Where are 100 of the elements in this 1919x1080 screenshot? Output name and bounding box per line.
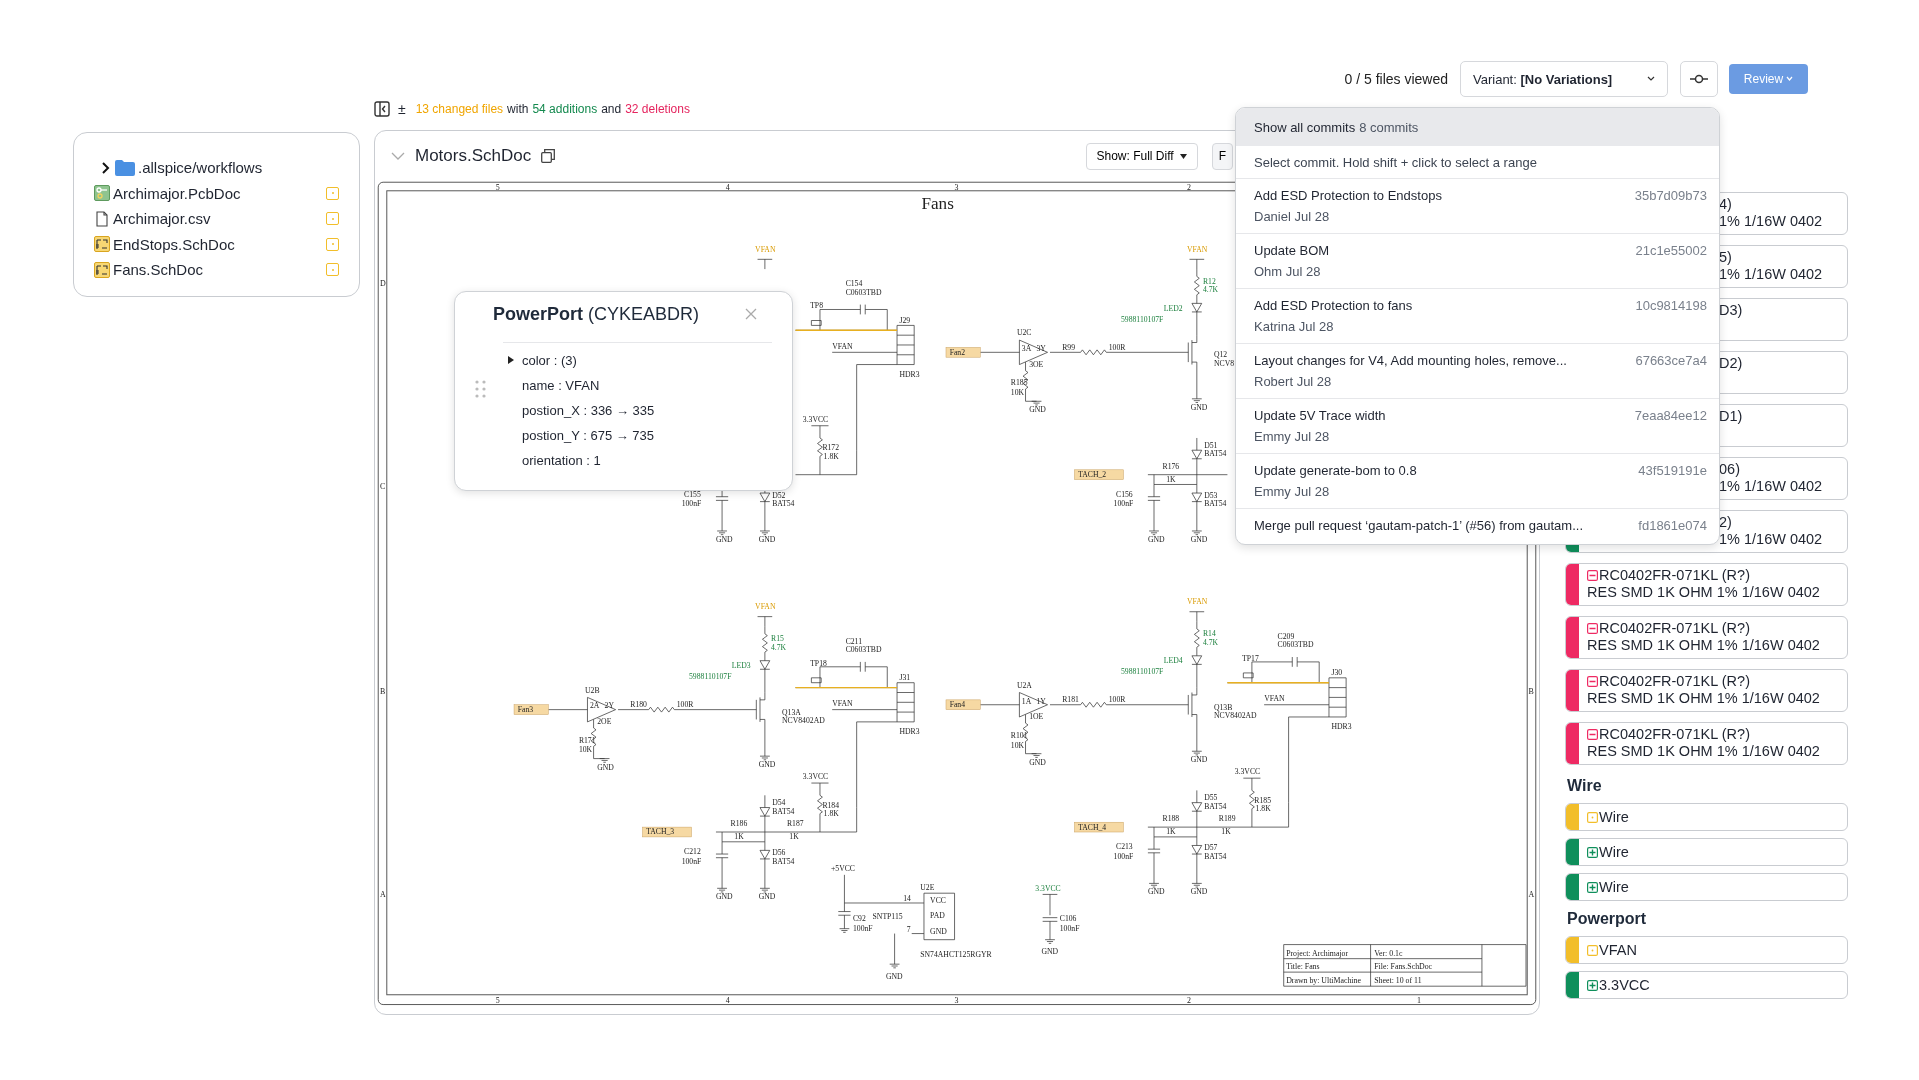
pin-label: 1A bbox=[1021, 696, 1032, 706]
component-label: U2A bbox=[1016, 680, 1032, 690]
component-label: D56 bbox=[772, 848, 786, 858]
component-label: 1.8K bbox=[823, 451, 839, 461]
ground-label: GND bbox=[1041, 947, 1059, 957]
power-label: 3.3VCC bbox=[1234, 767, 1261, 777]
component-label: U2C bbox=[1016, 328, 1032, 338]
net-label: TACH_4 bbox=[1074, 821, 1124, 833]
component-label: C0603TBD bbox=[1277, 640, 1314, 650]
section-heading: Wire bbox=[1567, 776, 1603, 796]
power-label: VFAN bbox=[755, 244, 776, 254]
pin-label: VCC bbox=[930, 896, 946, 905]
component-label: 10K bbox=[1010, 388, 1025, 398]
power-label: VFAN bbox=[832, 698, 853, 708]
component-label: 1K bbox=[1221, 827, 1231, 837]
component-label: NCV8 bbox=[1213, 358, 1235, 368]
ground-label: GND bbox=[1029, 405, 1046, 415]
card-title: VFAN bbox=[1599, 942, 1637, 959]
component-label: R176 bbox=[1162, 461, 1180, 471]
popup-title: PowerPort (CYKEABDR) bbox=[493, 304, 700, 325]
component-label: Q13B bbox=[1213, 702, 1233, 712]
card-title: Wire bbox=[1599, 879, 1629, 896]
power-label: VFAN bbox=[832, 341, 853, 351]
summary-text: with bbox=[507, 102, 529, 116]
ground-label: GND bbox=[597, 762, 614, 772]
component-label: R172 bbox=[822, 443, 840, 453]
card-title: 3.3VCC bbox=[1599, 977, 1650, 994]
component-label: R12 bbox=[1202, 276, 1216, 286]
property-text: postion_X : 336 → 335 bbox=[522, 403, 655, 418]
component-label: TP18 bbox=[810, 658, 827, 668]
power-label: VFAN bbox=[1264, 694, 1285, 704]
pin-label: PAD bbox=[930, 911, 945, 921]
component-label: SN74AHCT125RGYR bbox=[920, 949, 992, 959]
files-viewed-count: 0 / 5 files viewed bbox=[1344, 71, 1448, 87]
component-label: U2E bbox=[920, 882, 935, 892]
component-label: NCV8402AD bbox=[782, 716, 825, 726]
component-label: R185 bbox=[1254, 795, 1271, 805]
component-label: 10K bbox=[1010, 740, 1025, 750]
component-label: LED4 bbox=[1163, 656, 1183, 666]
file-name: Motors.SchDoc bbox=[415, 146, 532, 166]
component-label: 100nF bbox=[1113, 499, 1134, 509]
net-label: TACH_3 bbox=[642, 826, 692, 838]
component-label: R187 bbox=[786, 818, 804, 828]
component-label: C212 bbox=[684, 847, 701, 857]
component-label: 100nF bbox=[1113, 851, 1134, 861]
power-label: VFAN bbox=[1187, 244, 1208, 254]
card-description: RES SMD 1K OHM 1% 1/16W 0402 bbox=[1587, 690, 1820, 707]
net-label: TACH_2 bbox=[1074, 469, 1124, 480]
zone-marker: A bbox=[1528, 889, 1535, 899]
component-label: Q13A bbox=[782, 707, 801, 717]
ground-label: GND bbox=[1190, 535, 1208, 544]
component-label: C92 bbox=[853, 914, 866, 924]
power-label: VFAN bbox=[755, 602, 776, 612]
component-label: R189 bbox=[1218, 814, 1236, 823]
power-label: +5VCC bbox=[830, 864, 855, 874]
pin-label: 14 bbox=[903, 893, 911, 903]
card-description: 1% 1/16W 0402 bbox=[1719, 478, 1823, 495]
hint-text: Select commit. Hold shift + click to select a range bbox=[1236, 146, 1719, 179]
net-label: SNTP115 bbox=[872, 911, 903, 921]
component-label: C155 bbox=[684, 489, 701, 499]
card-description: RES SMD 1K OHM 1% 1/16W 0402 bbox=[1587, 743, 1820, 760]
pin-label: GND bbox=[930, 926, 947, 936]
component-label: 4.7K bbox=[771, 642, 787, 652]
property-text: postion_Y : 675 → 735 bbox=[522, 428, 655, 443]
card-title: D1) bbox=[1719, 408, 1743, 425]
component-label: R99 bbox=[1062, 342, 1076, 352]
component-label: C0603TBD bbox=[845, 287, 882, 297]
component-label: R181 bbox=[1062, 695, 1079, 705]
component-label: D54 bbox=[772, 798, 786, 808]
component-label: LED3 bbox=[731, 661, 751, 671]
component-label: Q12 bbox=[1213, 350, 1228, 360]
zone-marker: 2 bbox=[1187, 182, 1191, 192]
component-label: R101 bbox=[1010, 730, 1028, 740]
pin-label: 3A bbox=[1021, 344, 1032, 354]
component-label: BAT54 bbox=[1204, 499, 1227, 509]
zone-marker: D bbox=[380, 279, 386, 289]
component-label: BAT54 bbox=[772, 806, 795, 816]
net-label: Fan4 bbox=[945, 699, 981, 710]
card-title: RC0402FR-071KL (R?) bbox=[1599, 726, 1750, 743]
component-label: 5988110107F bbox=[689, 672, 732, 682]
card-description: RES SMD 1K OHM 1% 1/16W 0402 bbox=[1587, 584, 1820, 601]
component-label: R185 bbox=[1010, 378, 1028, 388]
property-text: name : VFAN bbox=[522, 378, 600, 393]
card-title: D3) bbox=[1719, 302, 1743, 319]
component-label: D57 bbox=[1204, 843, 1218, 853]
component-label: HDR3 bbox=[899, 727, 920, 737]
zone-marker: 1 bbox=[1417, 996, 1422, 1006]
component-label: HDR3 bbox=[899, 369, 920, 379]
ground-label: GND bbox=[1190, 755, 1208, 765]
zone-marker: 5 bbox=[495, 182, 500, 192]
component-label: BAT54 bbox=[1204, 449, 1227, 459]
card-title: RC0402FR-071KL (R?) bbox=[1599, 673, 1750, 690]
component-label: R186 bbox=[730, 818, 748, 828]
summary-text: and bbox=[601, 102, 622, 116]
component-label: D51 bbox=[1204, 440, 1218, 450]
component-label: 100R bbox=[1108, 342, 1126, 352]
component-label: U2B bbox=[585, 685, 600, 695]
property-text: orientation : 1 bbox=[522, 453, 601, 468]
component-label: R188 bbox=[1162, 814, 1180, 823]
title-block-text: Drawn by: UltiMachine bbox=[1286, 975, 1361, 985]
